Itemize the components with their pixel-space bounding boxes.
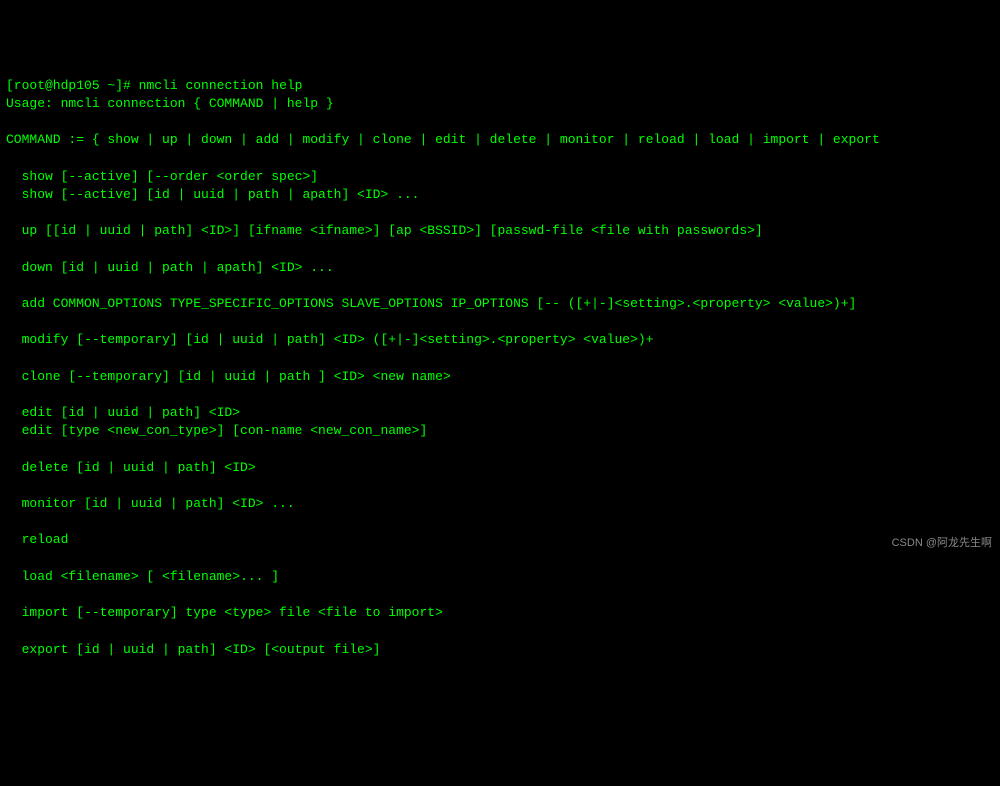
- entered-command: nmcli connection help: [139, 78, 303, 93]
- syntax-add: add COMMON_OPTIONS TYPE_SPECIFIC_OPTIONS…: [6, 296, 856, 311]
- syntax-show2: show [--active] [id | uuid | path | apat…: [6, 187, 419, 202]
- syntax-edit2: edit [type <new_con_type>] [con-name <ne…: [6, 423, 427, 438]
- usage-line: Usage: nmcli connection { COMMAND | help…: [6, 96, 334, 111]
- syntax-import: import [--temporary] type <type> file <f…: [6, 605, 443, 620]
- watermark: CSDN @阿龙先生啊: [892, 536, 992, 551]
- syntax-modify: modify [--temporary] [id | uuid | path] …: [6, 332, 654, 347]
- syntax-reload: reload: [6, 532, 68, 547]
- syntax-load: load <filename> [ <filename>... ]: [6, 569, 279, 584]
- syntax-monitor: monitor [id | uuid | path] <ID> ...: [6, 496, 295, 511]
- syntax-clone: clone [--temporary] [id | uuid | path ] …: [6, 369, 451, 384]
- syntax-show1: show [--active] [--order <order spec>]: [6, 169, 318, 184]
- command-list-line: COMMAND := { show | up | down | add | mo…: [6, 132, 880, 147]
- prompt-user-host: [root@hdp105 ~]#: [6, 78, 131, 93]
- syntax-up: up [[id | uuid | path] <ID>] [ifname <if…: [6, 223, 763, 238]
- syntax-export: export [id | uuid | path] <ID> [<output …: [6, 642, 380, 657]
- syntax-edit1: edit [id | uuid | path] <ID>: [6, 405, 240, 420]
- syntax-delete: delete [id | uuid | path] <ID>: [6, 460, 256, 475]
- terminal-output: [root@hdp105 ~]# nmcli connection help U…: [6, 77, 994, 659]
- syntax-down: down [id | uuid | path | apath] <ID> ...: [6, 260, 334, 275]
